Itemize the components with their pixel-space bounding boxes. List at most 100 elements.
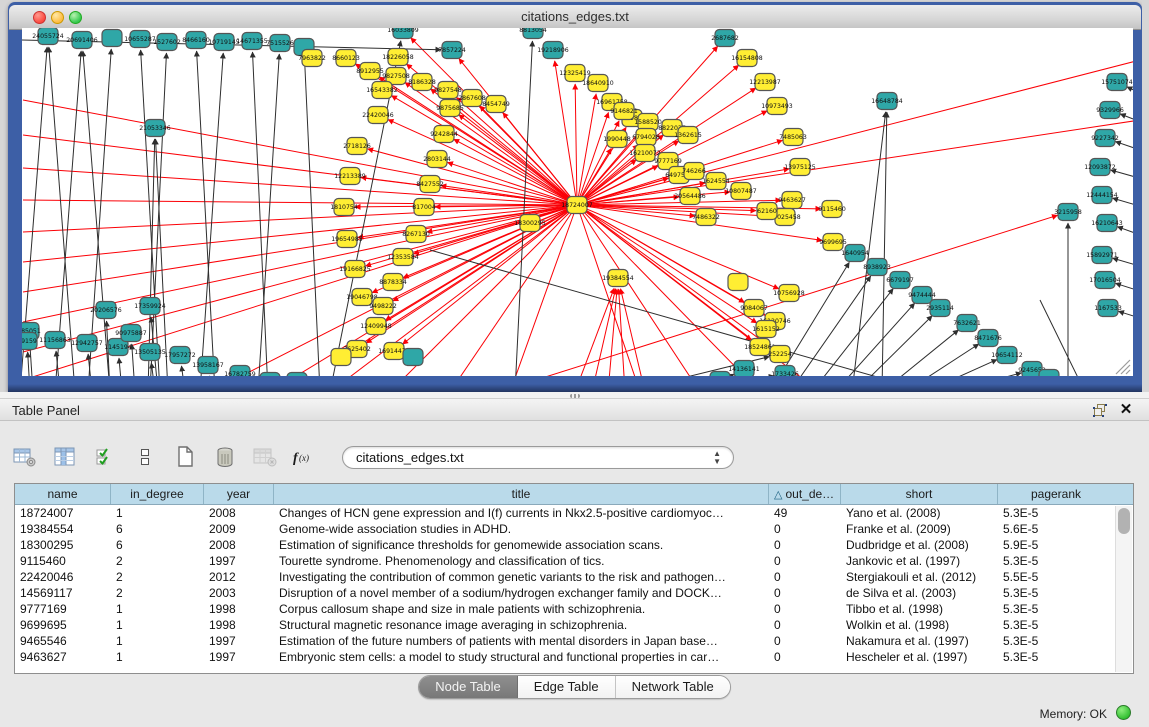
desktop-background-strip bbox=[1142, 0, 1149, 392]
table-vertical-scrollbar[interactable] bbox=[1115, 506, 1132, 672]
graph-node-label: 17016504 bbox=[1089, 277, 1121, 284]
row-height-button[interactable] bbox=[130, 443, 160, 471]
table-row[interactable]: 946362711997Embryonic stem cells: a mode… bbox=[15, 649, 1133, 665]
table-cell: 9699695 bbox=[15, 617, 111, 633]
table-cell: Hescheler et al. (1997) bbox=[841, 649, 998, 665]
table-row[interactable]: 969969511998Structural magnetic resonanc… bbox=[15, 617, 1133, 633]
float-panel-icon[interactable] bbox=[1093, 404, 1107, 417]
row-selection-button[interactable] bbox=[90, 443, 120, 471]
graph-node[interactable] bbox=[710, 372, 730, 377]
network-canvas[interactable]: 1872400718300295193845542405572420691406… bbox=[22, 28, 1133, 376]
table-mode-button[interactable] bbox=[10, 443, 40, 471]
table-selector-value: citations_edges.txt bbox=[356, 450, 464, 465]
memory-status-indicator[interactable] bbox=[1116, 705, 1131, 720]
graph-node-label: 1167533 bbox=[1094, 305, 1122, 312]
graph-node-label: 13975125 bbox=[784, 164, 816, 171]
network-view-window[interactable]: citations_edges.txt 18724007183002951938… bbox=[8, 2, 1142, 392]
graph-node-label: 12325419 bbox=[559, 70, 591, 77]
table-row[interactable]: 977716911998Corpus callosum shape and si… bbox=[15, 601, 1133, 617]
graph-node-label: 21053346 bbox=[139, 125, 171, 132]
citation-edge-black bbox=[1040, 300, 1085, 376]
citation-edge-black bbox=[305, 58, 320, 376]
citation-edge-black bbox=[515, 41, 532, 376]
memory-status-label: Memory: OK bbox=[1040, 707, 1107, 721]
table-cell: Corpus callosum shape and size in male p… bbox=[274, 601, 769, 617]
graph-node-label: 8660123 bbox=[332, 55, 360, 62]
new-column-button[interactable] bbox=[170, 443, 200, 471]
table-cell: 49 bbox=[769, 505, 841, 521]
scrollbar-thumb[interactable] bbox=[1118, 508, 1130, 534]
graph-node-label: 10719145 bbox=[208, 39, 240, 46]
table-type-segmented-control: Node TableEdge TableNetwork Table bbox=[418, 675, 731, 699]
split-pane-divider[interactable] bbox=[0, 392, 1149, 399]
graph-node[interactable] bbox=[331, 349, 351, 366]
citation-edge-red bbox=[23, 205, 577, 262]
tab-node-table[interactable]: Node Table bbox=[419, 676, 518, 698]
table-toolbar: f (x) citations_edges.txt ▲▼ bbox=[10, 440, 734, 474]
divider-grip[interactable] bbox=[570, 394, 580, 398]
graph-node-label: 817004 bbox=[412, 204, 436, 211]
citation-edge-black bbox=[1115, 142, 1133, 152]
table-row[interactable]: 2242004622012Investigating the contribut… bbox=[15, 569, 1133, 585]
graph-node[interactable] bbox=[287, 373, 307, 377]
citation-edge-red bbox=[621, 289, 645, 376]
citation-edge-black bbox=[905, 344, 979, 376]
column-header-pagerank[interactable]: pagerank bbox=[998, 484, 1114, 504]
table-row[interactable]: 1872400712008Changes of HCN gene express… bbox=[15, 505, 1133, 521]
table-cell: 1997 bbox=[204, 553, 274, 569]
citation-edge-black bbox=[151, 363, 155, 376]
table-row[interactable]: 911546021997Tourette syndrome. Phenomeno… bbox=[15, 553, 1133, 569]
column-header-in_degree[interactable]: in_degree bbox=[111, 484, 204, 504]
table-cell: 14569117 bbox=[15, 585, 111, 601]
table-row[interactable]: 1938455462009Genome-wide association stu… bbox=[15, 521, 1133, 537]
table-body: 1872400712008Changes of HCN gene express… bbox=[15, 505, 1133, 665]
graph-node-label: 16782759 bbox=[224, 371, 256, 376]
graph-node-label: 12942757 bbox=[71, 340, 103, 347]
graph-node-label: 62160 bbox=[757, 208, 777, 215]
table-cell: 9777169 bbox=[15, 601, 111, 617]
graph-node-label: 14136141 bbox=[728, 366, 760, 373]
graph-node[interactable] bbox=[1039, 370, 1059, 377]
tab-edge-table[interactable]: Edge Table bbox=[518, 676, 616, 698]
table-cell: 6 bbox=[111, 537, 204, 553]
graph-node-label: 2935114 bbox=[926, 305, 954, 312]
column-header-short[interactable]: short bbox=[841, 484, 998, 504]
tab-network-table[interactable]: Network Table bbox=[616, 676, 730, 698]
table-row[interactable]: 1456911722003Disruption of a novel membe… bbox=[15, 585, 1133, 601]
citation-edge-red bbox=[459, 59, 577, 205]
graph-node-label: 20691406 bbox=[66, 37, 98, 44]
table-cell: Tibbo et al. (1998) bbox=[841, 601, 998, 617]
column-header-out_de[interactable]: △out_de… bbox=[769, 484, 841, 504]
column-header-name[interactable]: name bbox=[15, 484, 111, 504]
graph-node[interactable] bbox=[728, 274, 748, 291]
function-builder-button[interactable]: f (x) bbox=[290, 443, 320, 471]
table-cell: 5.5E-5 bbox=[998, 569, 1114, 585]
column-visibility-button[interactable] bbox=[50, 443, 80, 471]
graph-node-label: 8813054 bbox=[519, 28, 547, 34]
graph-node[interactable] bbox=[102, 30, 122, 47]
table-row[interactable]: 1830029562008Estimation of significance … bbox=[15, 537, 1133, 553]
table-selector-dropdown[interactable]: citations_edges.txt ▲▼ bbox=[342, 446, 734, 469]
graph-node-label: 9115460 bbox=[818, 206, 846, 213]
graph-node[interactable] bbox=[260, 373, 280, 377]
sort-ascending-icon: △ bbox=[774, 489, 782, 501]
close-panel-icon[interactable]: ✕ bbox=[1119, 403, 1133, 417]
graph-node[interactable] bbox=[403, 349, 423, 366]
table-cell: Wolkin et al. (1998) bbox=[841, 617, 998, 633]
column-header-title[interactable]: title bbox=[274, 484, 769, 504]
citation-edge-red bbox=[575, 84, 577, 205]
delete-column-button[interactable] bbox=[210, 443, 240, 471]
table-row[interactable]: 946554611997Estimation of the future num… bbox=[15, 633, 1133, 649]
canvas-resize-grip[interactable] bbox=[1116, 360, 1130, 374]
table-cell: 19384554 bbox=[15, 521, 111, 537]
table-cell: 2003 bbox=[204, 585, 274, 601]
graph-node-label: 24055724 bbox=[32, 33, 64, 40]
table-cell: 5.3E-5 bbox=[998, 633, 1114, 649]
graph-node-label: 8267130 bbox=[402, 231, 430, 238]
graph-node-label: 8454749 bbox=[482, 101, 510, 108]
table-cell: 1 bbox=[111, 617, 204, 633]
column-header-year[interactable]: year bbox=[204, 484, 274, 504]
network-window-titlebar[interactable]: citations_edges.txt bbox=[9, 5, 1141, 30]
table-cell: 2 bbox=[111, 553, 204, 569]
graph-node-label: 9498222 bbox=[369, 303, 397, 310]
